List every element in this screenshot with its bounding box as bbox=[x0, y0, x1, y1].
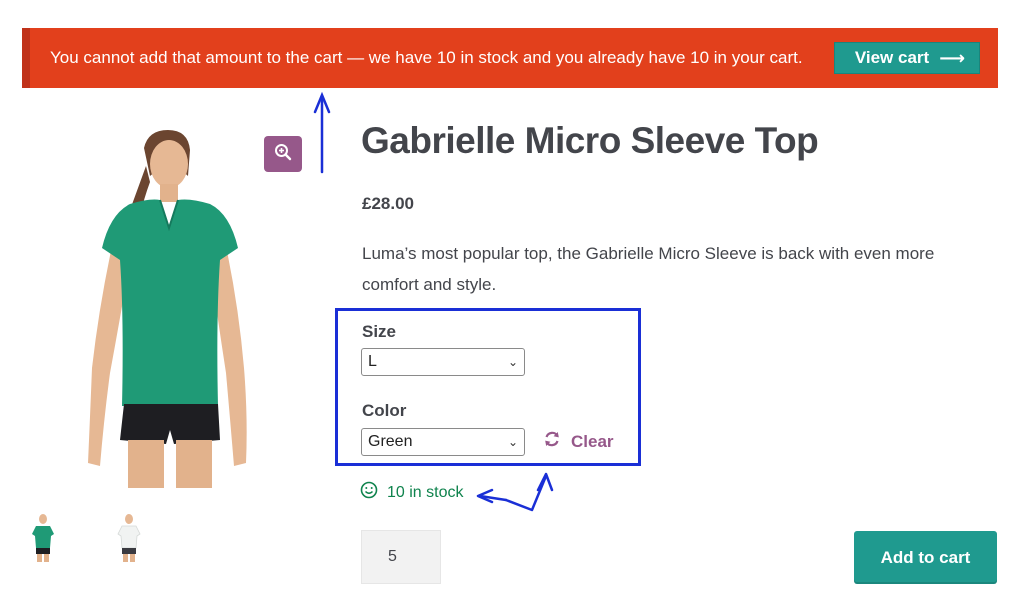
view-cart-button[interactable]: View cart ⟶ bbox=[833, 42, 980, 74]
product-price: £28.00 bbox=[362, 194, 414, 213]
quantity-value: 5 bbox=[388, 548, 397, 565]
stock-status: 10 in stock bbox=[360, 481, 463, 504]
zoom-button[interactable] bbox=[264, 136, 302, 172]
magnifier-plus-icon bbox=[274, 143, 292, 166]
smiley-icon bbox=[360, 481, 378, 504]
quantity-input[interactable]: 5 bbox=[361, 530, 441, 584]
product-description: Luma’s most popular top, the Gabrielle M… bbox=[362, 244, 935, 294]
stock-text: 10 in stock bbox=[387, 483, 464, 501]
thumbnail-white-top[interactable] bbox=[112, 512, 146, 562]
add-to-cart-label: Add to cart bbox=[880, 547, 971, 567]
thumbnail-green-top[interactable] bbox=[26, 512, 60, 562]
annotation-arrow-up bbox=[313, 91, 331, 174]
annotation-arrow-stock bbox=[476, 472, 554, 512]
product-main-image[interactable] bbox=[70, 118, 270, 488]
notice-message: You cannot add that amount to the cart —… bbox=[50, 48, 803, 67]
add-to-cart-button[interactable]: Add to cart bbox=[854, 531, 997, 584]
product-title: Gabrielle Micro Sleeve Top bbox=[361, 120, 819, 161]
arrow-right-icon: ⟶ bbox=[939, 48, 965, 68]
view-cart-label: View cart bbox=[854, 48, 930, 67]
annotation-highlight-box bbox=[335, 308, 641, 466]
woocommerce-error-notice: You cannot add that amount to the cart —… bbox=[22, 28, 998, 88]
